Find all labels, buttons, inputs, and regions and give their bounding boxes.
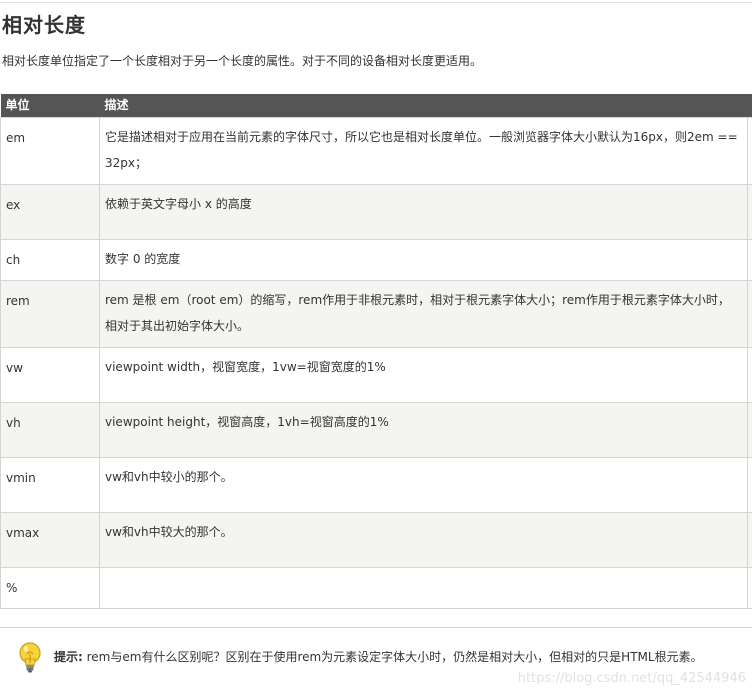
filler-cell: [747, 117, 752, 185]
filler-cell: [747, 402, 752, 458]
description-cell: 依赖于英文字母小 x 的高度: [99, 184, 748, 240]
table-row: em 它是描述相对于应用在当前元素的字体尺寸，所以它也是相对长度单位。一般浏览器…: [0, 117, 752, 185]
description-cell: vw和vh中较大的那个。: [99, 512, 748, 568]
filler-cell: [747, 457, 752, 513]
unit-cell: %: [0, 567, 100, 609]
description-cell: vw和vh中较小的那个。: [99, 457, 748, 513]
description-cell: rem 是根 em（root em）的缩写，rem作用于非根元素时，相对于根元素…: [99, 280, 748, 348]
header-unit: 单位: [0, 94, 100, 118]
unit-cell: rem: [0, 280, 100, 348]
table-header-row: 单位 描述: [0, 94, 752, 118]
filler-cell: [747, 347, 752, 403]
description-cell: viewpoint width，视窗宽度，1vw=视窗宽度的1%: [99, 347, 748, 403]
description-cell: viewpoint height，视窗高度，1vh=视窗高度的1%: [99, 402, 748, 458]
table-row: rem rem 是根 em（root em）的缩写，rem作用于非根元素时，相对…: [0, 280, 752, 348]
table-row: ch 数字 0 的宽度: [0, 239, 752, 281]
table-row: vh viewpoint height，视窗高度，1vh=视窗高度的1%: [0, 402, 752, 458]
section-intro: 相对长度单位指定了一个长度相对于另一个长度的属性。对于不同的设备相对长度更适用。: [2, 54, 483, 68]
lightbulb-icon: [19, 642, 41, 673]
description-cell: 它是描述相对于应用在当前元素的字体尺寸，所以它也是相对长度单位。一般浏览器字体大…: [99, 117, 748, 185]
filler-cell: [747, 512, 752, 568]
description-cell: 数字 0 的宽度: [99, 239, 748, 281]
unit-cell: em: [0, 117, 100, 185]
table-row: vw viewpoint width，视窗宽度，1vw=视窗宽度的1%: [0, 347, 752, 403]
table-row: %: [0, 567, 752, 609]
section-title: 相对长度: [2, 13, 86, 37]
description-cell: [99, 567, 748, 609]
table-row: vmax vw和vh中较大的那个。: [0, 512, 752, 568]
unit-cell: ex: [0, 184, 100, 240]
page: 相对长度 相对长度单位指定了一个长度相对于另一个长度的属性。对于不同的设备相对长…: [0, 0, 752, 689]
units-table: 单位 描述 em 它是描述相对于应用在当前元素的字体尺寸，所以它也是相对长度单位…: [0, 94, 752, 609]
unit-cell: vh: [0, 402, 100, 458]
tip-label: 提示:: [54, 650, 83, 664]
table-row: vmin vw和vh中较小的那个。: [0, 457, 752, 513]
watermark: https://blog.csdn.net/qq_42544946: [517, 671, 746, 686]
tip-text: 提示: rem与em有什么区别呢？区别在于使用rem为元素设定字体大小时，仍然是…: [54, 649, 703, 665]
filler-cell: [747, 567, 752, 609]
header-filler: [747, 94, 752, 118]
unit-cell: vmax: [0, 512, 100, 568]
top-divider: [0, 2, 752, 3]
unit-cell: vw: [0, 347, 100, 403]
filler-cell: [747, 239, 752, 281]
table-row: ex 依赖于英文字母小 x 的高度: [0, 184, 752, 240]
unit-cell: vmin: [0, 457, 100, 513]
filler-cell: [747, 184, 752, 240]
filler-cell: [747, 280, 752, 348]
header-description: 描述: [99, 94, 748, 118]
tip-body: rem与em有什么区别呢？区别在于使用rem为元素设定字体大小时，仍然是相对大小…: [82, 650, 703, 664]
unit-cell: ch: [0, 239, 100, 281]
